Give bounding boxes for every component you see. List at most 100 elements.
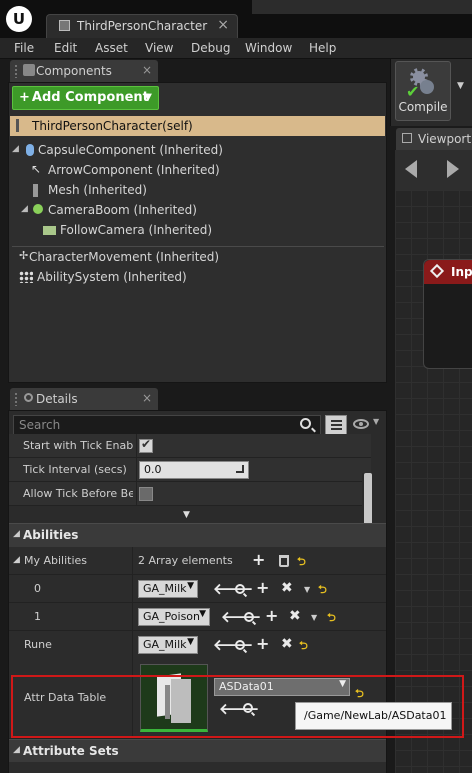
- chevron-down-icon[interactable]: ▼: [304, 585, 310, 594]
- chevron-down-icon[interactable]: ▼: [373, 417, 379, 426]
- viewport-tab-label: Viewport: [418, 132, 472, 146]
- node-header: Inpu: [424, 260, 472, 284]
- document-tab-label: ThirdPersonCharacter: [77, 19, 208, 33]
- menu-file[interactable]: File: [14, 41, 34, 55]
- title-bar: U ThirdPersonCharacter ×: [0, 0, 472, 38]
- category-abilities[interactable]: ◢ Abilities: [9, 523, 386, 547]
- close-icon[interactable]: ×: [142, 63, 152, 77]
- browse-icon[interactable]: [235, 640, 245, 650]
- expand-down-icon: ▼: [183, 510, 190, 520]
- chevron-down-icon: ▼: [187, 637, 194, 647]
- my-abilities-row: ◢ My Abilities 2 Array elements + ⮌: [9, 547, 386, 575]
- expand-arrow-icon: ◢: [13, 529, 20, 539]
- compile-button[interactable]: ✔ Compile: [395, 61, 451, 121]
- add-component-button[interactable]: + Add Component ▼: [12, 86, 159, 110]
- clear-icon[interactable]: ✖: [281, 636, 293, 652]
- category-label: Attribute Sets: [23, 744, 119, 758]
- reset-icon[interactable]: ⮌: [318, 581, 327, 600]
- menu-window[interactable]: Window: [245, 41, 292, 55]
- camera-icon: [43, 226, 56, 235]
- viewport-icon: [402, 133, 412, 143]
- chevron-down-icon[interactable]: ▼: [311, 613, 317, 622]
- add-icon[interactable]: +: [256, 578, 269, 597]
- trash-icon[interactable]: [279, 555, 289, 567]
- unreal-logo-icon: U: [6, 6, 32, 32]
- property-row: Tick Interval (secs) 0.0: [9, 458, 371, 482]
- property-label: Tick Interval (secs): [23, 463, 127, 476]
- element-index: 1: [34, 610, 41, 623]
- details-tab-bar: Details ×: [0, 387, 390, 410]
- category-label: Abilities: [23, 528, 79, 542]
- allow-tick-checkbox[interactable]: [139, 487, 153, 501]
- menu-bar: File Edit Asset View Debug Window Help: [0, 38, 472, 59]
- reset-icon[interactable]: ⮌: [299, 637, 308, 656]
- browse-icon[interactable]: [235, 584, 245, 594]
- ability-class-value: GA_Poison: [143, 610, 201, 623]
- add-icon[interactable]: +: [265, 606, 278, 625]
- component-label: CharacterMovement (Inherited): [29, 250, 220, 264]
- clear-icon[interactable]: ✖: [289, 608, 301, 624]
- details-tab[interactable]: Details ×: [10, 388, 158, 410]
- property-matrix-button[interactable]: [325, 415, 347, 435]
- eye-icon[interactable]: [353, 419, 369, 429]
- rune-class-combo[interactable]: GA_Milk ▼: [138, 636, 198, 654]
- ability-element-row: 0 GA_Milk ▼ 🡐 + ✖ ▼ ⮌: [9, 575, 386, 603]
- menu-help[interactable]: Help: [309, 41, 336, 55]
- checkmark-icon: ✔: [406, 82, 420, 101]
- blueprint-toolbar: ✔ Compile ▼: [390, 59, 472, 126]
- expand-arrow-icon[interactable]: ◢: [13, 555, 20, 565]
- compile-label: Compile: [398, 100, 448, 114]
- close-icon[interactable]: ×: [142, 391, 152, 405]
- blueprint-icon: [59, 20, 70, 31]
- search-icon[interactable]: [300, 418, 311, 429]
- tick-interval-input[interactable]: 0.0: [139, 461, 249, 479]
- forward-arrow-icon[interactable]: [447, 160, 459, 178]
- details-search-input[interactable]: Search: [13, 415, 321, 435]
- mesh-icon: [33, 184, 38, 197]
- rune-class-value: GA_Milk: [143, 638, 187, 651]
- components-tab-label: Components: [36, 64, 112, 78]
- add-element-icon[interactable]: +: [252, 550, 265, 569]
- column-divider: [136, 434, 137, 457]
- reset-icon[interactable]: ⮌: [327, 609, 336, 628]
- document-tab[interactable]: ThirdPersonCharacter ×: [46, 14, 238, 38]
- viewport-tab[interactable]: Viewport: [396, 128, 472, 150]
- actor-icon: [16, 119, 19, 132]
- add-icon[interactable]: +: [256, 634, 269, 653]
- drag-grip-icon[interactable]: [14, 392, 18, 406]
- reset-icon[interactable]: ⮌: [297, 553, 306, 572]
- ability-class-combo[interactable]: GA_Poison ▼: [138, 608, 210, 626]
- expand-arrow-icon[interactable]: ◢: [12, 144, 19, 154]
- close-tab-icon[interactable]: ×: [217, 17, 229, 33]
- arrow-component-icon: ↖: [31, 162, 42, 176]
- expand-arrow-icon[interactable]: ◢: [21, 204, 28, 214]
- tick-interval-value: 0.0: [144, 463, 162, 476]
- menu-debug[interactable]: Debug: [191, 41, 230, 55]
- category-attribute-sets[interactable]: ◢ Attribute Sets: [9, 739, 386, 763]
- element-index: 0: [34, 582, 41, 595]
- drag-grip-icon[interactable]: [14, 64, 18, 78]
- browse-icon[interactable]: [244, 612, 254, 622]
- menu-asset[interactable]: Asset: [95, 41, 128, 55]
- clear-icon[interactable]: ✖: [281, 580, 293, 596]
- tab-strip: [252, 0, 472, 14]
- ability-class-combo[interactable]: GA_Milk ▼: [138, 580, 198, 598]
- components-panel: + Add Component ▼ ThirdPersonCharacter(se…: [8, 82, 387, 383]
- menu-edit[interactable]: Edit: [54, 41, 77, 55]
- input-node[interactable]: Inpu: [423, 259, 472, 369]
- components-tab[interactable]: Components ×: [10, 60, 158, 82]
- components-tab-bar: Components ×: [0, 59, 390, 82]
- expand-arrow-icon: ◢: [13, 745, 20, 755]
- event-diamond-icon: [429, 263, 445, 279]
- column-divider: [132, 603, 133, 630]
- back-arrow-icon[interactable]: [405, 160, 417, 178]
- chevron-down-icon[interactable]: ▼: [457, 81, 464, 91]
- rune-row: Rune GA_Milk ▼ 🡐 + ✖ ⮌: [9, 631, 386, 659]
- tick-enabled-checkbox[interactable]: [139, 437, 153, 453]
- column-divider: [132, 547, 133, 574]
- component-self-item[interactable]: ThirdPersonCharacter(self): [10, 116, 385, 136]
- column-divider: [136, 458, 137, 481]
- property-label: Allow Tick Before BeginPlay: [23, 487, 133, 500]
- menu-view[interactable]: View: [145, 41, 173, 55]
- advanced-expander[interactable]: ▼: [9, 508, 362, 522]
